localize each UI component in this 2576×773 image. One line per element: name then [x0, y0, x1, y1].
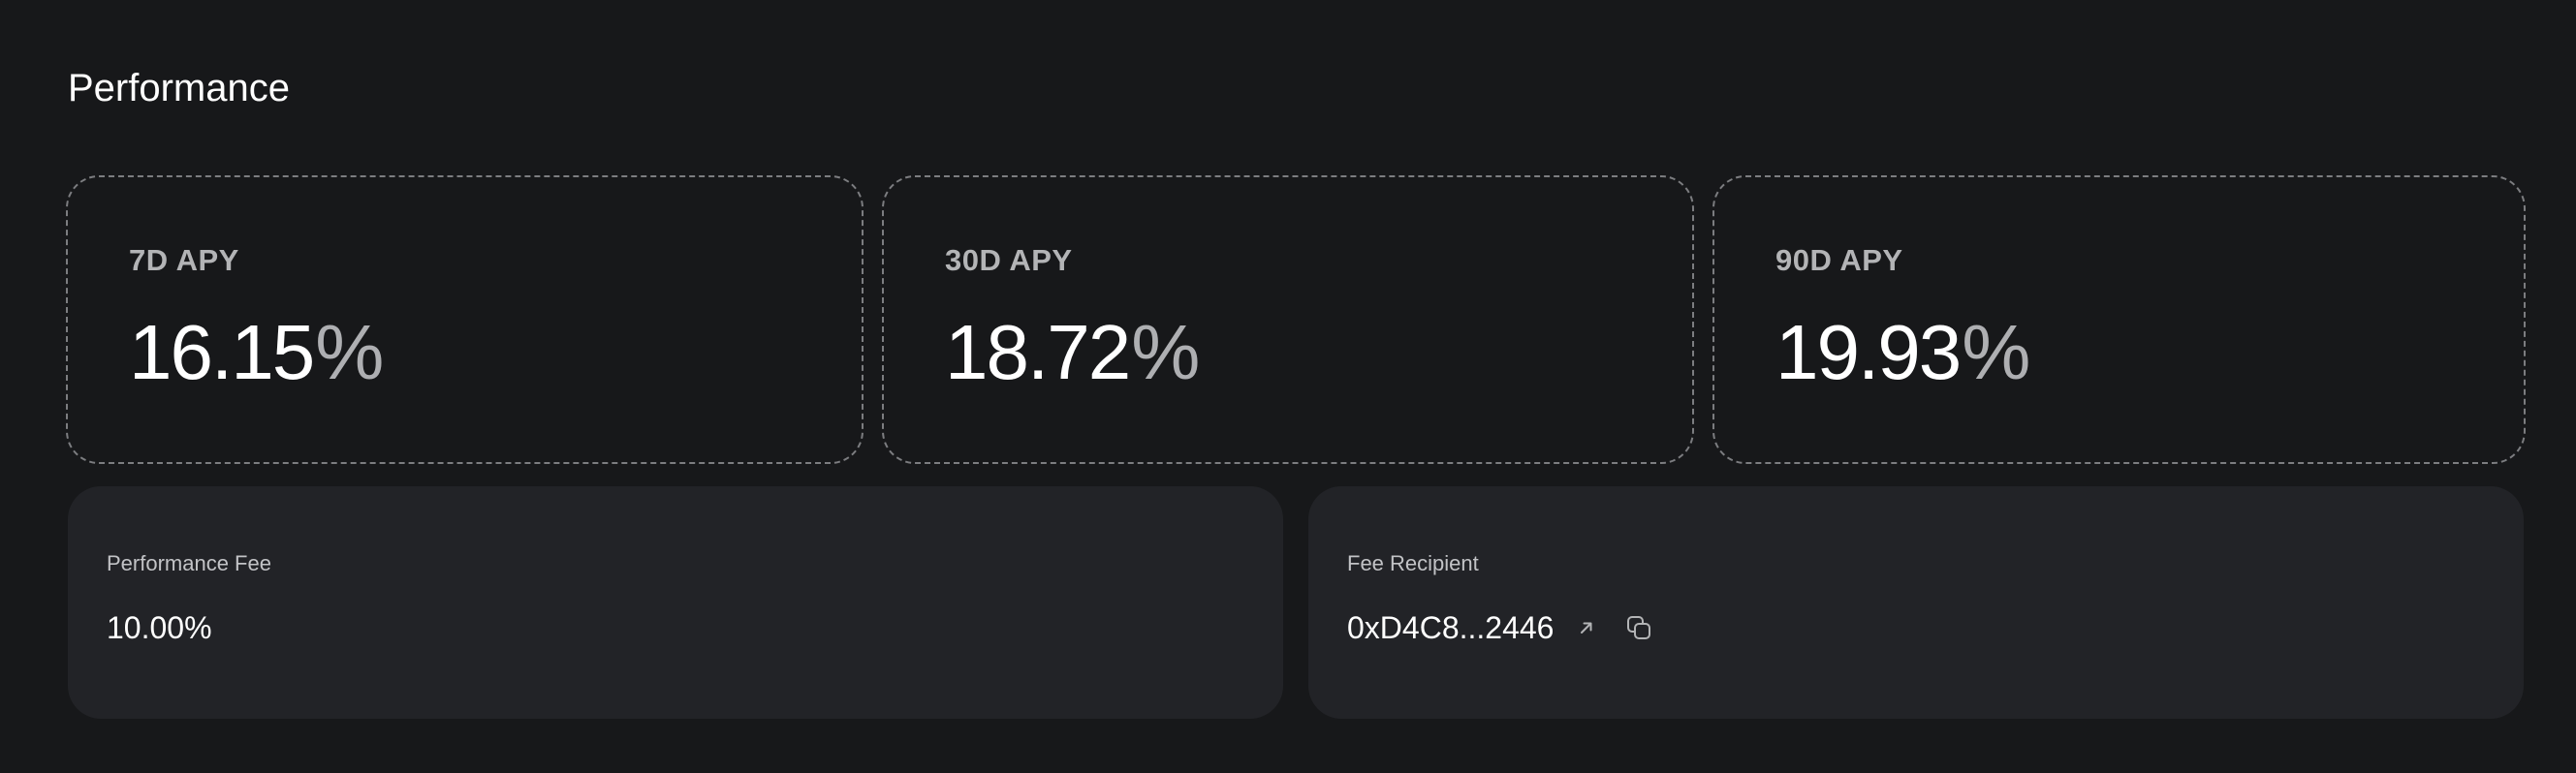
performance-fee-value: 10.00% — [107, 610, 212, 645]
apy-number: 16.15 — [129, 309, 315, 395]
fee-recipient-address: 0xD4C8...2446 — [1347, 610, 1555, 645]
apy-label: 90D APY — [1775, 243, 1903, 277]
apy-card-7d: 7D APY 16.15% — [66, 175, 864, 464]
apy-value: 18.72% — [945, 309, 1200, 396]
fee-recipient-card: Fee Recipient 0xD4C8...2446 — [1308, 486, 2524, 719]
apy-unit: % — [1962, 309, 2030, 395]
performance-fee-label: Performance Fee — [107, 551, 271, 575]
apy-number: 18.72 — [945, 309, 1131, 395]
apy-unit: % — [1131, 309, 1200, 395]
performance-panel: Performance 7D APY 16.15% 30D APY 18.72%… — [0, 0, 2576, 773]
section-title: Performance — [68, 67, 290, 109]
apy-value: 16.15% — [129, 309, 384, 396]
external-link-icon[interactable] — [1569, 610, 1604, 645]
apy-label: 7D APY — [129, 243, 239, 277]
apy-number: 19.93 — [1775, 309, 1962, 395]
fee-recipient-label: Fee Recipient — [1347, 551, 1479, 575]
fee-recipient-row: 0xD4C8...2446 — [1347, 608, 1656, 647]
copy-icon[interactable] — [1621, 610, 1656, 645]
apy-card-30d: 30D APY 18.72% — [882, 175, 1694, 464]
apy-unit: % — [315, 309, 384, 395]
performance-fee-card: Performance Fee 10.00% — [68, 486, 1283, 719]
apy-label: 30D APY — [945, 243, 1073, 277]
apy-card-90d: 90D APY 19.93% — [1712, 175, 2526, 464]
apy-value: 19.93% — [1775, 309, 2030, 396]
